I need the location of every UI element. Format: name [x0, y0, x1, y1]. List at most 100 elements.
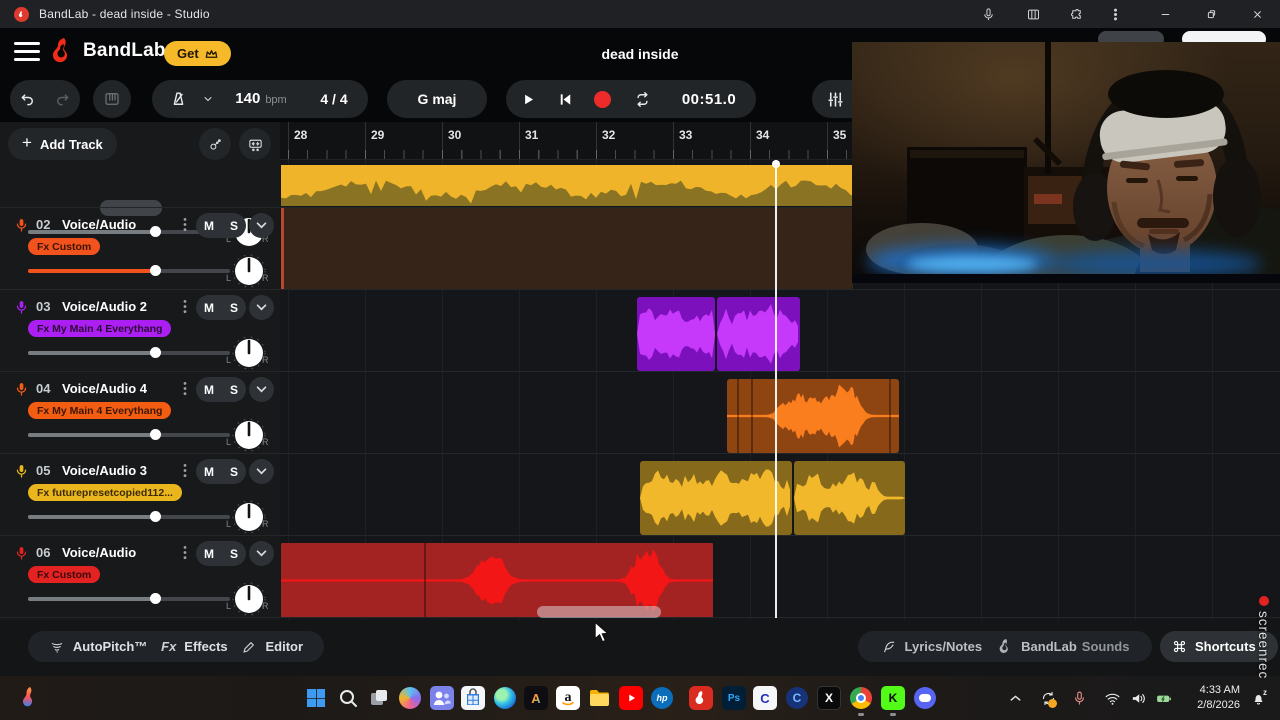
pan-knob[interactable] — [232, 582, 266, 616]
solo-button[interactable]: S — [230, 383, 238, 397]
autopitch-button[interactable]: AutoPitch™ — [49, 639, 147, 655]
pan-knob[interactable] — [232, 500, 266, 534]
flame-pinned-icon[interactable] — [18, 686, 42, 710]
microsoft-store-icon[interactable] — [461, 686, 485, 710]
time-signature[interactable]: 4 / 4 — [304, 91, 364, 107]
fx-preset-pill[interactable]: Fx My Main 4 Everythang — [28, 320, 172, 337]
redo-button[interactable] — [45, 90, 80, 109]
minimize-button[interactable] — [1150, 4, 1180, 24]
track-menu-icon[interactable] — [180, 299, 190, 314]
play-button[interactable] — [506, 90, 548, 109]
track-menu-icon[interactable] — [180, 381, 190, 396]
extensions-icon[interactable] — [1061, 4, 1091, 24]
record-button[interactable] — [582, 90, 622, 108]
mute-button[interactable]: M — [204, 301, 214, 315]
titlebar-mic-icon[interactable] — [973, 4, 1003, 24]
volume-slider[interactable] — [28, 593, 230, 604]
track-menu-icon[interactable] — [180, 463, 190, 478]
bpm-value[interactable]: 140 bpm — [218, 90, 304, 108]
volume-slider[interactable] — [28, 347, 230, 358]
kick-icon[interactable]: K — [881, 686, 905, 710]
track-menu-icon[interactable] — [180, 545, 190, 560]
pan-knob[interactable] — [232, 254, 266, 288]
track-collapse-button[interactable] — [249, 295, 274, 320]
notification-bell-icon[interactable]: z — [1246, 686, 1270, 710]
system-clock[interactable]: 4:33 AM 2/8/2026 — [1168, 683, 1240, 713]
volume-slider[interactable] — [28, 429, 230, 440]
teams-icon[interactable] — [430, 686, 454, 710]
piano-roll-button[interactable] — [93, 80, 131, 118]
capcut-icon[interactable]: C — [753, 686, 777, 710]
search-icon[interactable] — [336, 686, 360, 710]
start-button[interactable] — [304, 686, 328, 710]
titlebar-panels-icon[interactable] — [1018, 4, 1048, 24]
wifi-icon[interactable] — [1100, 686, 1124, 710]
lyrics-notes-button[interactable]: Lyrics/Notes — [881, 639, 982, 655]
mute-button[interactable]: M — [204, 547, 214, 561]
metronome-icon[interactable] — [158, 90, 198, 109]
fx-preset-pill[interactable]: Fx Custom — [28, 238, 101, 255]
fx-preset-pill[interactable]: Fx futurepresetcopied112... — [28, 484, 182, 501]
skip-to-start-button[interactable] — [548, 90, 582, 109]
amazon-icon[interactable]: a — [556, 686, 580, 710]
playhead[interactable] — [772, 160, 780, 618]
discord-icon[interactable] — [913, 686, 937, 710]
fx-preset-pill[interactable]: Fx My Main 4 Everythang — [28, 402, 172, 419]
effects-button[interactable]: Fx Effects — [161, 639, 228, 654]
x-app-icon[interactable]: X — [817, 686, 841, 710]
photoshop-icon[interactable]: Ps — [722, 686, 746, 710]
track-menu-icon[interactable] — [180, 217, 190, 232]
photo-app-icon[interactable]: A — [524, 686, 548, 710]
sync-tray-icon[interactable] — [1036, 686, 1060, 710]
tray-overflow-chevron[interactable] — [1004, 686, 1026, 710]
mute-button[interactable]: M — [204, 383, 214, 397]
track-header-01-partial[interactable]: L R — [0, 166, 280, 246]
key-button[interactable]: G maj — [387, 80, 487, 118]
undo-button[interactable] — [10, 90, 45, 109]
track-collapse-button[interactable] — [249, 377, 274, 402]
track-header-03[interactable]: 03 Voice/Audio 2 M S Fx My Main 4 Everyt… — [0, 289, 280, 371]
chrome-icon[interactable] — [849, 686, 873, 710]
solo-button[interactable]: S — [230, 547, 238, 561]
file-explorer-icon[interactable] — [587, 686, 611, 710]
pan-knob[interactable] — [232, 336, 266, 370]
restore-button[interactable] — [1196, 4, 1226, 24]
track-header-06[interactable]: 06 Voice/Audio M S Fx Custom L R — [0, 535, 280, 617]
close-button[interactable] — [1242, 4, 1272, 24]
browser-menu-icon[interactable] — [1100, 4, 1130, 24]
copilot-icon[interactable] — [398, 686, 422, 710]
solo-button[interactable]: S — [230, 219, 238, 233]
volume-slider[interactable] — [28, 511, 230, 522]
mute-button[interactable]: M — [204, 465, 214, 479]
track-header-02[interactable]: 02 Voice/Audio M S Fx Custom L R — [0, 207, 280, 289]
track-collapse-button[interactable] — [249, 541, 274, 566]
pan-knob[interactable] — [232, 418, 266, 452]
hp-icon[interactable]: hp — [650, 686, 674, 710]
c-app-icon[interactable]: C — [785, 686, 809, 710]
solo-button[interactable]: S — [230, 465, 238, 479]
fit-clips-icon[interactable] — [239, 128, 271, 160]
volume-slider[interactable] — [28, 265, 230, 276]
blue-light-glow — [907, 256, 1037, 272]
mute-button[interactable]: M — [204, 219, 214, 233]
youtube-icon[interactable] — [619, 686, 643, 710]
bandlab-app-icon[interactable] — [689, 686, 713, 710]
solo-button[interactable]: S — [230, 301, 238, 315]
fx-preset-pill[interactable]: Fx Custom — [28, 566, 101, 583]
task-view-icon[interactable] — [367, 686, 391, 710]
add-track-button[interactable]: + Add Track — [8, 128, 117, 160]
patch-cable-icon[interactable] — [199, 128, 231, 160]
track-header-05[interactable]: 05 Voice/Audio 3 M S Fx futurepresetcopi… — [0, 453, 280, 535]
loop-icon[interactable] — [622, 90, 662, 109]
microphone-tray-icon[interactable] — [1068, 686, 1090, 710]
bandlab-sounds-button[interactable]: BandLab Sounds — [999, 639, 1129, 654]
track-collapse-button[interactable] — [249, 213, 274, 238]
edge-icon[interactable] — [493, 686, 517, 710]
track-header-04[interactable]: 04 Voice/Audio 4 M S Fx My Main 4 Everyt… — [0, 371, 280, 453]
time-display[interactable]: 00:51.0 — [662, 91, 756, 108]
volume-icon[interactable] — [1126, 686, 1150, 710]
horizontal-scrollbar[interactable] — [537, 606, 661, 618]
metronome-chevron-icon[interactable] — [198, 93, 218, 105]
track-collapse-button[interactable] — [249, 459, 274, 484]
editor-button[interactable]: Editor — [241, 639, 303, 655]
